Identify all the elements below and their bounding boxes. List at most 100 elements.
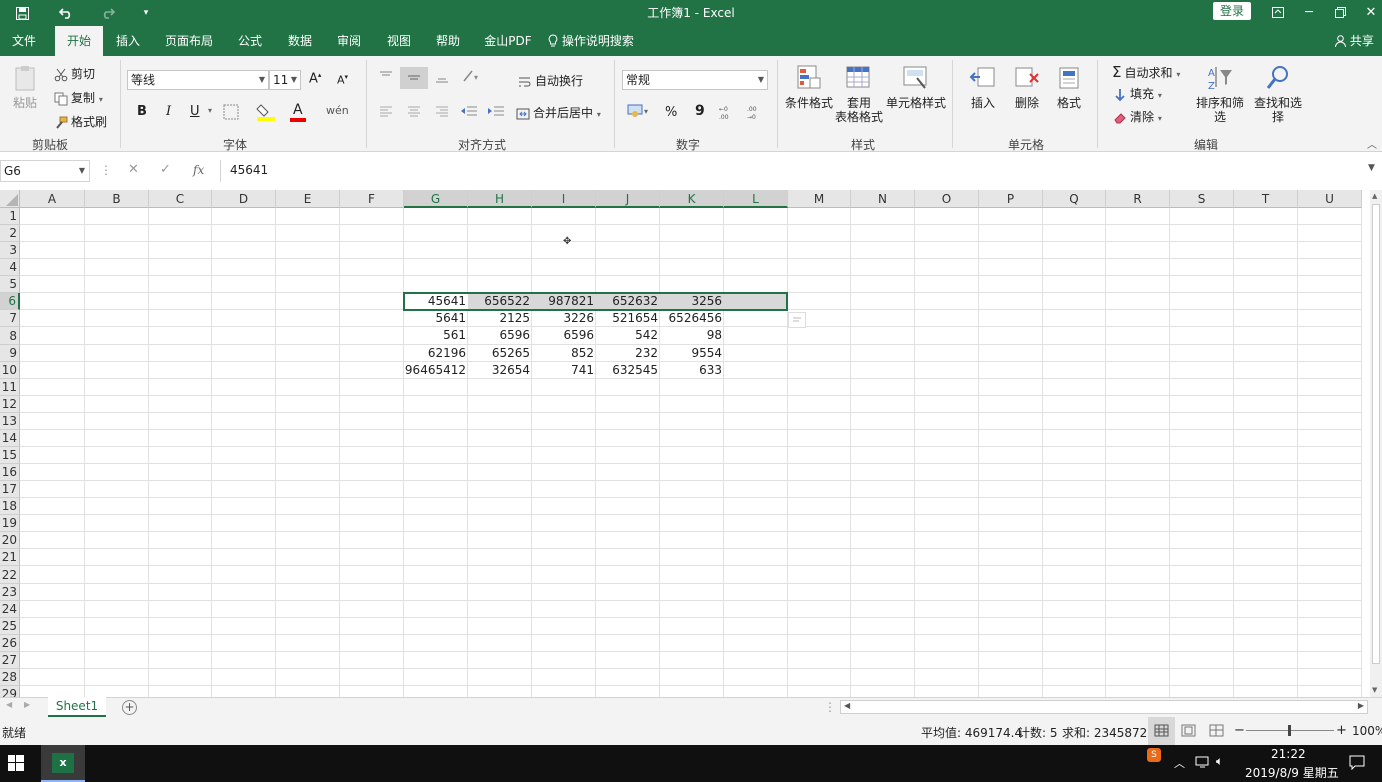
row-header-23[interactable]: 23 (0, 584, 20, 601)
row-header-18[interactable]: 18 (0, 498, 20, 515)
input-method-icon[interactable]: S (1147, 748, 1161, 762)
sheet-tab-sheet1[interactable]: Sheet1 (48, 697, 106, 717)
tab-kingsoft-pdf[interactable]: 金山PDF (480, 26, 536, 56)
column-header-d[interactable]: D (212, 190, 276, 208)
horizontal-scrollbar[interactable]: ◀ ▶ (840, 700, 1368, 714)
fill-color-icon[interactable] (256, 103, 276, 124)
login-button[interactable]: 登录 (1213, 2, 1251, 20)
name-box[interactable]: G6 ▼ (0, 160, 90, 182)
row-header-2[interactable]: 2 (0, 225, 20, 242)
minimize-icon[interactable]: ─ (1294, 0, 1324, 24)
align-center-icon[interactable] (406, 104, 422, 121)
cell-g9[interactable]: 62196 (404, 345, 468, 362)
column-header-u[interactable]: U (1298, 190, 1362, 208)
delete-cells-button[interactable]: 删除 (1008, 64, 1046, 110)
row-header-6[interactable]: 6 (0, 293, 20, 310)
insert-function-button[interactable]: fx (193, 163, 204, 177)
row-header-12[interactable]: 12 (0, 396, 20, 413)
page-layout-view-icon[interactable] (1181, 724, 1196, 740)
fill-button[interactable]: 填充 ▾ (1113, 85, 1162, 102)
cancel-entry-icon[interactable]: ✕ (128, 162, 139, 177)
cell-i6[interactable]: 987821 (532, 293, 596, 310)
align-top-icon[interactable] (378, 70, 394, 87)
cell-g7[interactable]: 5641 (404, 310, 468, 327)
row-header-16[interactable]: 16 (0, 464, 20, 481)
column-header-i[interactable]: I (532, 190, 596, 208)
volume-icon[interactable]: 🔈︎ (1216, 754, 1223, 769)
row-header-15[interactable]: 15 (0, 447, 20, 464)
decrease-indent-icon[interactable] (460, 104, 478, 121)
scroll-right-icon[interactable]: ▶ (1358, 701, 1364, 710)
column-header-o[interactable]: O (915, 190, 979, 208)
borders-icon[interactable] (223, 104, 239, 123)
scroll-sheets-right-icon[interactable]: ▶ (24, 700, 30, 709)
percent-style-button[interactable]: % (665, 105, 677, 120)
increase-decimal-icon[interactable]: ←0.00 (718, 104, 736, 123)
column-header-e[interactable]: E (276, 190, 340, 208)
decrease-decimal-icon[interactable]: .00 →0 (746, 104, 764, 123)
column-header-g[interactable]: G (404, 190, 468, 208)
tab-data[interactable]: 数据 (280, 26, 320, 56)
wrap-text-button[interactable]: 自动换行 (518, 72, 583, 89)
format-as-table-button[interactable]: 套用 表格格式 (833, 64, 885, 124)
font-color-icon[interactable]: A (290, 102, 306, 122)
column-header-t[interactable]: T (1234, 190, 1298, 208)
worksheet-grid[interactable]: ABCDEFGHIJKLMNOPQRSTU 1 2 3 4 5 6 7 8 9 10 11 12 13 1… (0, 190, 1382, 700)
autosum-button[interactable]: Σ 自动求和 ▾ (1112, 63, 1180, 81)
align-left-icon[interactable] (378, 104, 394, 121)
orientation-icon[interactable]: ▾ (462, 69, 484, 86)
number-format-combo[interactable]: 常规 ▼ (622, 70, 768, 90)
paste-button[interactable]: 粘贴 (8, 64, 42, 110)
chevron-down-icon[interactable]: ▼ (79, 161, 85, 181)
taskbar-time[interactable]: 21:22 (1271, 747, 1306, 761)
cell-j9[interactable]: 232 (596, 345, 660, 362)
row-header-8[interactable]: 8 (0, 327, 20, 345)
add-sheet-button[interactable]: + (122, 700, 137, 715)
row-header-28[interactable]: 28 (0, 669, 20, 686)
row-header-1[interactable]: 1 (0, 208, 20, 225)
row-header-26[interactable]: 26 (0, 635, 20, 652)
column-header-f[interactable]: F (340, 190, 404, 208)
network-icon[interactable] (1195, 755, 1210, 772)
tab-file[interactable]: 文件 (4, 26, 44, 56)
row-header-9[interactable]: 9 (0, 345, 20, 362)
cell-i7[interactable]: 3226 (532, 310, 596, 327)
scroll-left-icon[interactable]: ◀ (844, 701, 850, 710)
cell-j10[interactable]: 632545 (596, 362, 660, 379)
cell-h8[interactable]: 6596 (468, 327, 532, 344)
quick-analysis-icon[interactable] (788, 312, 806, 328)
row-header-21[interactable]: 21 (0, 549, 20, 566)
column-header-n[interactable]: N (851, 190, 915, 208)
taskbar-date[interactable]: 2019/8/9 星期五 (1245, 764, 1339, 781)
align-middle-icon[interactable] (400, 67, 428, 89)
scroll-thumb[interactable] (855, 703, 1325, 711)
cell-g10[interactable]: 96465412 (404, 362, 468, 379)
cell-j8[interactable]: 542 (596, 327, 660, 344)
expand-formula-bar-icon[interactable]: ▼ (1368, 163, 1375, 173)
row-header-24[interactable]: 24 (0, 601, 20, 618)
scroll-thumb[interactable] (1372, 204, 1380, 664)
collapse-ribbon-icon[interactable]: ︿ (1367, 136, 1377, 151)
notification-center-icon[interactable] (1349, 755, 1365, 773)
font-name-combo[interactable]: 等线 ▼ (127, 70, 269, 90)
scroll-sheets-left-icon[interactable]: ◀ (6, 700, 12, 709)
cell-h10[interactable]: 32654 (468, 362, 532, 379)
normal-view-icon[interactable] (1148, 717, 1175, 745)
insert-cells-button[interactable]: 插入 (964, 64, 1002, 110)
column-header-p[interactable]: P (979, 190, 1043, 208)
formula-input[interactable]: 45641 (220, 160, 1372, 182)
excel-taskbar-button[interactable]: x (41, 745, 85, 782)
format-cells-button[interactable]: 格式 (1052, 64, 1086, 110)
cut-button[interactable]: 剪切 (54, 65, 95, 82)
cell-j7[interactable]: 521654 (596, 310, 660, 327)
cell-i10[interactable]: 741 (532, 362, 596, 379)
tab-review[interactable]: 审阅 (329, 26, 369, 56)
cell-h7[interactable]: 2125 (468, 310, 532, 327)
zoom-in-icon[interactable]: + (1336, 723, 1347, 738)
row-header-3[interactable]: 3 (0, 242, 20, 259)
cell-k9[interactable]: 9554 (660, 345, 724, 362)
select-all-button[interactable] (0, 190, 20, 208)
cell-k8[interactable]: 98 (660, 327, 724, 344)
column-header-r[interactable]: R (1106, 190, 1170, 208)
decrease-font-size-icon[interactable]: A▾ (337, 73, 348, 87)
